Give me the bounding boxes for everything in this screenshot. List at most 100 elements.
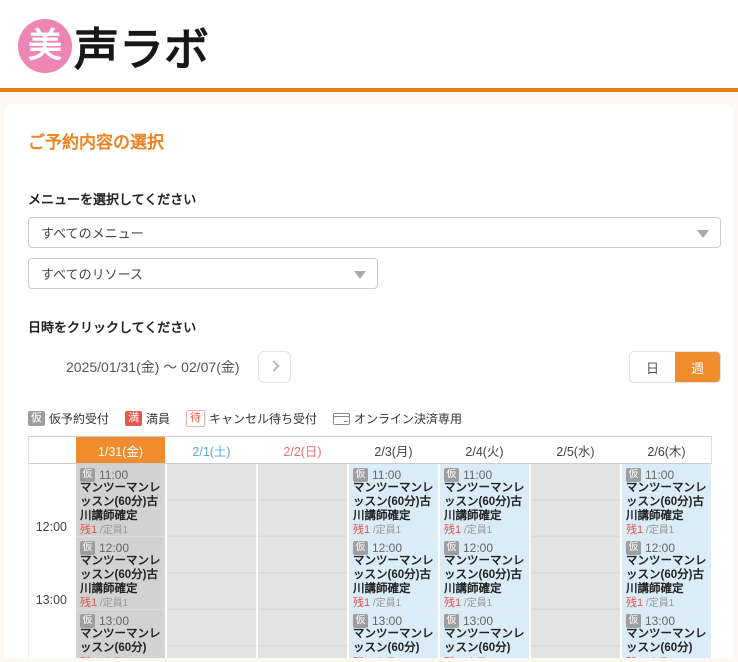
tentative-badge: 仮 xyxy=(444,468,459,482)
day-header-2/4(火)[interactable]: 2/4(火) xyxy=(440,437,529,463)
day-header-1/31(金)[interactable]: 1/31(金) xyxy=(76,437,165,463)
slot-title: マンツーマンレッスン(60分)古川講師確定 xyxy=(444,555,525,596)
slot-time: 11:00 xyxy=(99,468,128,482)
day-view-button[interactable]: 日 xyxy=(630,352,675,382)
menu-select-value: すべてのメニュー xyxy=(41,223,144,242)
legend: 仮仮予約受付満満員待キャンセル待ち受付オンライン決済専用 xyxy=(28,410,721,427)
slot-remaining: 残1 xyxy=(80,597,97,609)
tentative-badge: 仮 xyxy=(444,541,459,555)
day-column-1/31(金): 仮11:00マンツーマンレッスン(60分)古川講師確定残1 /定員1仮12:00… xyxy=(76,464,165,658)
week-view-button[interactable]: 週 xyxy=(675,352,720,382)
legend-item: 待キャンセル待ち受付 xyxy=(186,410,317,427)
tentative-badge: 仮 xyxy=(626,468,641,482)
booking-slot[interactable]: 仮13:00マンツーマンレッスン(60分)残1 /定員1 xyxy=(440,610,529,658)
legend-badge: 仮 xyxy=(28,411,45,426)
slot-remaining: 残1 xyxy=(353,597,370,609)
booking-slot[interactable]: 仮11:00マンツーマンレッスン(60分)古川講師確定残1 /定員1 xyxy=(76,464,165,536)
slot-time: 11:00 xyxy=(463,468,492,482)
slot-remaining: 残1 xyxy=(353,524,370,536)
day-column-2/5(水)[interactable] xyxy=(531,464,620,658)
chevron-right-icon xyxy=(268,360,279,371)
tentative-badge: 仮 xyxy=(80,614,95,628)
slot-time: 13:00 xyxy=(463,614,493,628)
slot-time-row: 仮 13:00 xyxy=(626,613,707,628)
slot-time-row: 仮11:00 xyxy=(80,467,161,482)
booking-slot[interactable]: 仮13:00マンツーマンレッスン(60分)残1 /定員1 xyxy=(622,610,711,658)
reservation-card: ご予約内容の選択 メニューを選択してください すべてのメニュー すべてのリソース… xyxy=(4,104,733,658)
slot-capacity: /定員1 xyxy=(461,525,492,536)
legend-label: キャンセル待ち受付 xyxy=(209,410,317,427)
day-header-2/2(日)[interactable]: 2/2(日) xyxy=(258,437,347,463)
slot-time: 13:00 xyxy=(645,614,675,628)
menu-select-label: メニューを選択してください xyxy=(28,189,721,208)
slot-title: マンツーマンレッスン(60分)古川講師確定 xyxy=(626,482,707,523)
date-range: 2025/01/31(金) ～ 02/07(金) xyxy=(66,357,240,377)
site-header: 美 声ラボ xyxy=(0,0,738,92)
slot-time: 12:00 xyxy=(99,541,129,555)
booking-slot[interactable]: 仮12:00マンツーマンレッスン(60分)古川講師確定残1 /定員1 xyxy=(76,537,165,609)
slot-time-row: 仮 11:00 xyxy=(444,467,525,482)
slot-title: マンツーマンレッスン(60分)古川講師確定 xyxy=(80,555,161,596)
day-header-2/1(土)[interactable]: 2/1(土) xyxy=(167,437,256,463)
slot-time: 12:00 xyxy=(645,541,675,555)
booking-slot[interactable]: 仮11:00マンツーマンレッスン(60分)古川講師確定残1 /定員1 xyxy=(440,464,529,536)
slot-remaining: 残1 xyxy=(626,657,643,658)
day-header-2/3(月)[interactable]: 2/3(月) xyxy=(349,437,438,463)
slot-time: 11:00 xyxy=(645,468,674,482)
logo-circle-char: 美 xyxy=(28,29,62,63)
tentative-badge: 仮 xyxy=(626,614,641,628)
next-week-button[interactable] xyxy=(258,351,291,383)
booking-slot[interactable]: 仮12:00マンツーマンレッスン(60分)古川講師確定残1 /定員1 xyxy=(622,537,711,609)
day-header-2/5(水)[interactable]: 2/5(水) xyxy=(531,437,620,463)
tentative-badge: 仮 xyxy=(353,468,368,482)
slot-availability: 残1 /定員1 xyxy=(626,523,707,536)
calendar-body: 12:0013:0014:00 仮11:00マンツーマンレッスン(60分)古川講… xyxy=(28,464,712,658)
logo-speech-bubble-icon: 美 xyxy=(18,19,72,73)
slot-title: マンツーマンレッスン(60分) xyxy=(444,628,525,656)
slot-availability: 残1 /定員1 xyxy=(444,596,525,609)
slot-title: マンツーマンレッスン(60分)古川講師確定 xyxy=(80,482,161,523)
booking-slot[interactable]: 仮12:00マンツーマンレッスン(60分)古川講師確定残1 /定員1 xyxy=(440,537,529,609)
slot-capacity: /定員1 xyxy=(370,525,401,536)
slot-availability: 残1 /定員1 xyxy=(80,523,161,536)
booking-slot[interactable]: 仮 11:00マンツーマンレッスン(60分)古川講師確定残1 /定員1 xyxy=(622,464,711,536)
slot-time-row: 仮13:00 xyxy=(80,613,161,628)
legend-item: オンライン決済専用 xyxy=(333,410,462,427)
tentative-badge: 仮 xyxy=(444,614,459,628)
slot-title: マンツーマンレッスン(60分) xyxy=(353,628,434,656)
slot-capacity: /定員1 xyxy=(370,598,401,609)
booking-slot[interactable]: 仮13:00マンツーマンレッスン(60分)残1 /定員1 xyxy=(76,610,165,658)
booking-slot[interactable]: 仮11:00マンツーマンレッスン(60分)古川講師確定残1 /定員1 xyxy=(349,464,438,536)
slot-remaining: 残1 xyxy=(626,524,643,536)
slot-title: マンツーマンレッスン(60分) xyxy=(80,628,161,656)
day-header-2/6(木)[interactable]: 2/6(木) xyxy=(622,437,711,463)
date-navigation-row: 2025/01/31(金) ～ 02/07(金) 日 週 xyxy=(28,351,721,383)
legend-label: オンライン決済専用 xyxy=(354,410,462,427)
slot-remaining: 残1 xyxy=(626,597,643,609)
slot-time: 11:00 xyxy=(372,468,401,482)
day-column-2/1(土)[interactable] xyxy=(167,464,256,658)
slot-time: 12:00 xyxy=(372,541,402,555)
slot-remaining: 残1 xyxy=(444,597,461,609)
tentative-badge: 仮 xyxy=(353,614,368,628)
resource-select[interactable]: すべてのリソース xyxy=(28,258,378,289)
tentative-badge: 仮 xyxy=(80,541,95,555)
slot-title: マンツーマンレッスン(60分)古川講師確定 xyxy=(626,555,707,596)
legend-label: 仮予約受付 xyxy=(49,410,109,427)
slot-time: 13:00 xyxy=(372,614,402,628)
slot-time-row: 仮 13:00 xyxy=(444,613,525,628)
time-label: 13:00 xyxy=(27,593,67,607)
slot-capacity: /定員1 xyxy=(643,598,674,609)
slot-availability: 残1 /定員1 xyxy=(626,656,707,658)
slot-remaining: 残1 xyxy=(353,657,370,658)
menu-select[interactable]: すべてのメニュー xyxy=(28,217,721,248)
view-toggle: 日 週 xyxy=(629,351,721,383)
booking-slot[interactable]: 仮12:00マンツーマンレッスン(60分)古川講師確定残1 /定員1 xyxy=(349,537,438,609)
chevron-down-icon xyxy=(354,271,366,279)
credit-card-icon xyxy=(333,413,350,425)
booking-slot[interactable]: 仮13:00マンツーマンレッスン(60分)残1 /定員1 xyxy=(349,610,438,658)
logo[interactable]: 美 声ラボ xyxy=(18,13,209,78)
slot-remaining: 残1 xyxy=(444,524,461,536)
slot-remaining: 残1 xyxy=(444,657,461,658)
day-column-2/2(日)[interactable] xyxy=(258,464,347,658)
